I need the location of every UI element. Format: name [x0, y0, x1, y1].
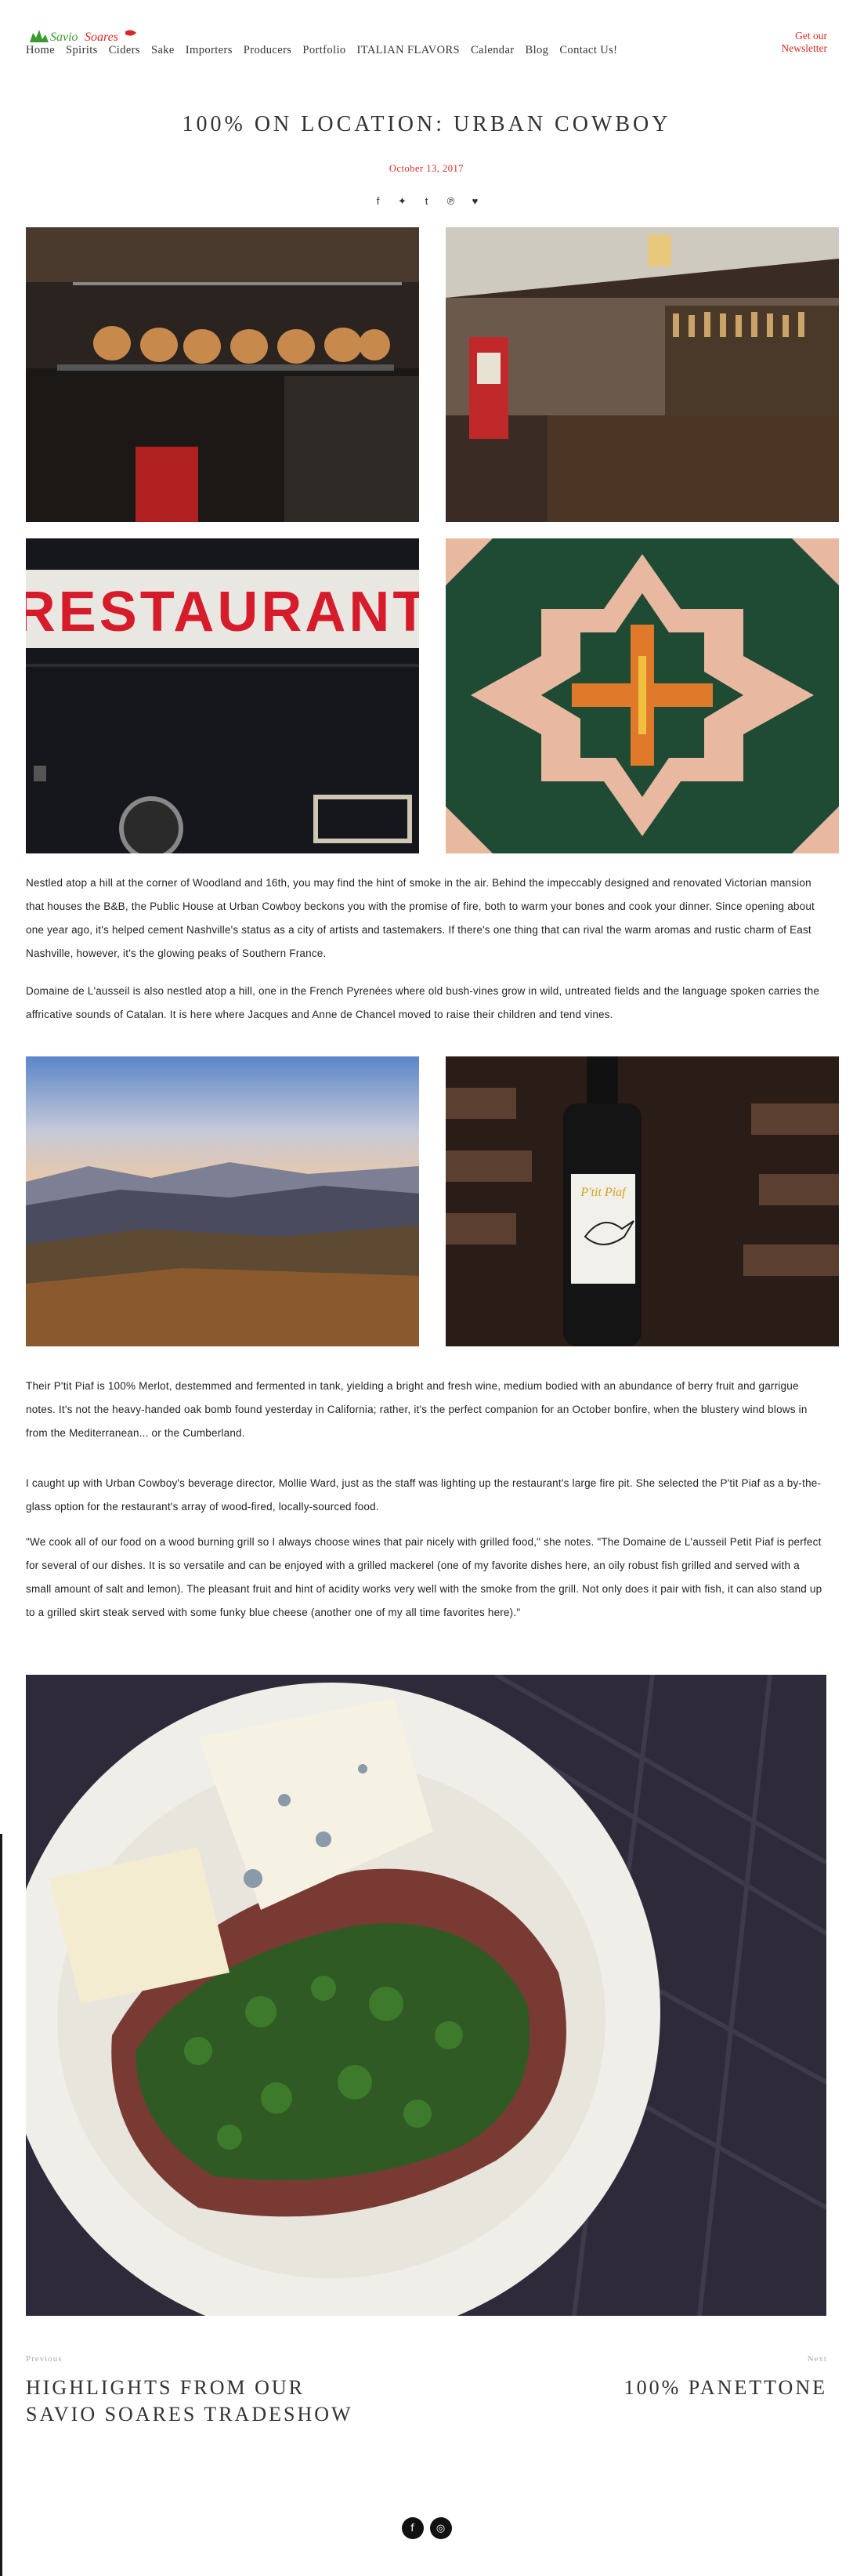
twitter-icon[interactable]: ✦	[397, 196, 408, 207]
post-paragraph-3: Their P'tit Piaf is 100% Merlot, destemm…	[26, 1380, 808, 1439]
nav-calendar[interactable]: Calendar	[471, 44, 515, 57]
nav-spirits[interactable]: Spirits	[66, 44, 98, 57]
newsletter-link[interactable]: Get our Newsletter	[749, 30, 827, 55]
photo-steak-blue-cheese	[26, 1675, 826, 2316]
nav-producers[interactable]: Producers	[244, 44, 292, 57]
nav-contact[interactable]: Contact Us!	[559, 44, 617, 57]
bottle-label-text: P'tit Piaf	[580, 1186, 627, 1199]
photo-restaurant-truck: RESTAURANT	[26, 538, 419, 853]
newsletter-line2: Newsletter	[781, 42, 827, 54]
restaurant-sign-text: RESTAURANT	[26, 581, 419, 643]
post-paragraph-5: "We cook all of our food on a wood burni…	[26, 1536, 822, 1618]
nav-portfolio[interactable]: Portfolio	[302, 44, 345, 57]
nav-ciders[interactable]: Ciders	[109, 44, 140, 57]
previous-title-line2: SAVIO SOARES TRADESHOW	[26, 2403, 353, 2426]
tumblr-icon[interactable]: t	[421, 196, 432, 207]
post-paragraph-4: I caught up with Urban Cowboy's beverage…	[26, 1477, 822, 1513]
heart-icon[interactable]: ♥	[470, 196, 481, 207]
svg-text:Soares: Soares	[85, 31, 118, 44]
nav-importers[interactable]: Importers	[186, 44, 233, 57]
site-logo[interactable]: Savio Soares	[28, 27, 138, 45]
photo-pendleton-blanket	[446, 538, 839, 853]
photo-ptit-piaf-bottle: P'tit Piaf	[446, 1056, 839, 1346]
site-header: Savio Soares Home Spirits Ciders Sake Im…	[0, 0, 853, 71]
page-edge-divider	[0, 1834, 2, 2576]
post-title: 100% ON LOCATION: URBAN COWBOY	[182, 112, 671, 136]
photo-pyrenees-landscape	[26, 1056, 419, 1346]
next-label: Next	[807, 2354, 827, 2364]
facebook-icon[interactable]: f	[401, 2517, 424, 2539]
post-date[interactable]: October 13, 2017	[0, 163, 853, 175]
pinterest-icon[interactable]: ℗	[446, 196, 457, 207]
photo-rotisserie-chickens	[26, 227, 419, 522]
facebook-icon[interactable]: f	[373, 196, 384, 207]
footer-social: f ◎	[0, 2517, 853, 2539]
nav-home[interactable]: Home	[26, 44, 55, 57]
next-post-link[interactable]: 100% PANETTONE	[624, 2375, 827, 2401]
post-paragraph-1: Nestled atop a hill at the corner of Woo…	[26, 877, 815, 959]
photo-bar-interior	[446, 227, 839, 522]
main-nav: Home Spirits Ciders Sake Importers Produ…	[26, 44, 628, 57]
logo-graphic: Savio Soares	[30, 30, 136, 44]
previous-label: Previous	[26, 2354, 63, 2364]
svg-text:Savio: Savio	[50, 31, 78, 44]
previous-title-line1: HIGHLIGHTS FROM OUR	[26, 2376, 305, 2399]
instagram-icon[interactable]: ◎	[429, 2517, 452, 2539]
previous-post-link[interactable]: HIGHLIGHTS FROM OUR SAVIO SOARES TRADESH…	[26, 2375, 353, 2428]
nav-sake[interactable]: Sake	[151, 44, 175, 57]
nav-italian-flavors[interactable]: ITALIAN FLAVORS	[357, 44, 460, 57]
share-bar: f ✦ t ℗ ♥	[0, 196, 853, 207]
post-paragraph-2: Domaine de L'ausseil is also nestled ato…	[26, 985, 820, 1020]
nav-blog[interactable]: Blog	[526, 44, 549, 57]
newsletter-line1: Get our	[795, 30, 827, 42]
